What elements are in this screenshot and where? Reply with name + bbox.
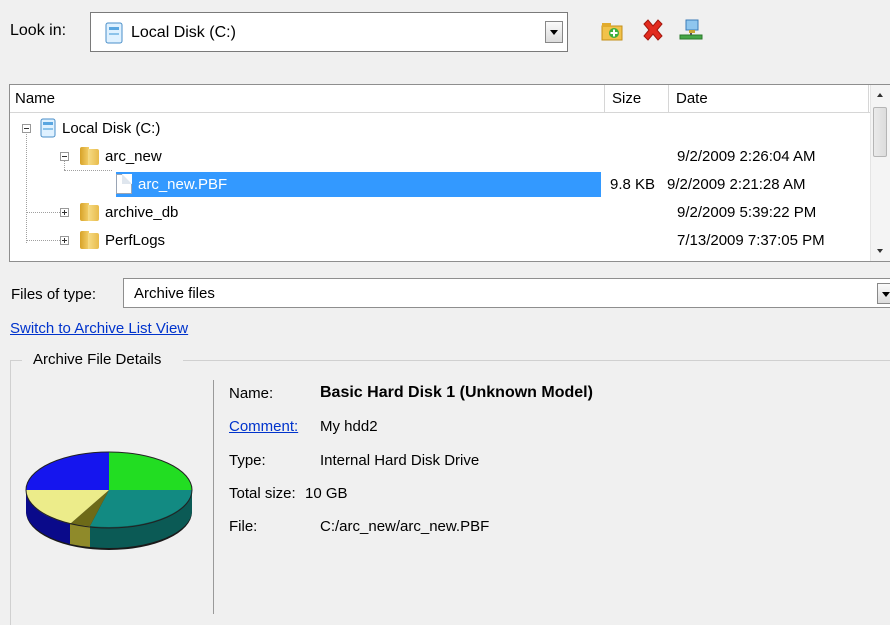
files-of-type-label: Files of type: [11, 286, 97, 303]
folder-icon [80, 203, 100, 221]
new-folder-icon[interactable] [600, 18, 626, 44]
tree-item-label: arc_new [105, 148, 162, 165]
file-label: File: [229, 518, 258, 535]
tree-item-date: 7/13/2009 7:37:05 PM [677, 232, 825, 249]
tree-item-label: arc_new.PBF [138, 176, 228, 193]
archive-details-group-title: Archive File Details [30, 351, 165, 368]
tree-item-label: archive_db [105, 204, 179, 221]
file-value: C:/arc_new/arc_new.PBF [320, 518, 490, 535]
comment-link[interactable]: Comment: [229, 418, 298, 435]
type-label: Type: [229, 452, 266, 469]
tree-row-selected[interactable]: arc_new.PBF 9.8 KB 9/2/2009 2:21:28 AM [10, 171, 872, 198]
total-size-label: Total size: [229, 485, 296, 502]
file-icon [116, 174, 132, 194]
comment-value: My hdd2 [320, 418, 378, 435]
drive-icon [40, 118, 56, 138]
look-in-label: Look in: [10, 22, 67, 39]
file-tree[interactable]: Name Size Date Local Disk (C:) arc_new 9… [9, 84, 890, 262]
delete-icon[interactable] [640, 18, 666, 44]
files-of-type-dropdown-button[interactable] [877, 283, 890, 304]
expand-icon[interactable] [60, 236, 69, 245]
files-of-type-combo[interactable]: Archive files [123, 278, 890, 308]
name-value: Basic Hard Disk 1 (Unknown Model) [320, 384, 593, 401]
tree-row[interactable]: archive_db 9/2/2009 5:39:22 PM [10, 199, 872, 226]
type-value: Internal Hard Disk Drive [320, 452, 480, 469]
tree-item-size: 9.8 KB [610, 176, 656, 193]
name-label: Name: [229, 385, 274, 402]
look-in-dropdown-button[interactable] [545, 21, 563, 43]
disk-pie-icon [25, 451, 193, 550]
column-header-size[interactable]: Size [605, 85, 669, 112]
tree-item-date: 9/2/2009 5:39:22 PM [677, 204, 817, 221]
group-border [10, 360, 22, 361]
group-border [183, 360, 890, 361]
drive-icon [105, 22, 123, 44]
scroll-down-icon[interactable] [871, 243, 890, 260]
tree-item-label: Local Disk (C:) [62, 120, 161, 137]
group-border [10, 360, 11, 625]
folder-icon [80, 231, 100, 249]
scroll-up-icon[interactable] [871, 86, 890, 103]
look-in-combo[interactable]: Local Disk (C:) [90, 12, 568, 52]
collapse-icon[interactable] [60, 152, 69, 161]
tree-item-date: 9/2/2009 2:26:04 AM [677, 148, 816, 165]
look-in-value: Local Disk (C:) [131, 24, 236, 41]
column-header-name[interactable]: Name [10, 85, 605, 112]
total-size-value: 10 GB [305, 485, 348, 502]
network-icon[interactable] [678, 18, 704, 44]
files-of-type-value: Archive files [134, 285, 215, 302]
vertical-scrollbar[interactable] [870, 85, 890, 261]
folder-icon [80, 147, 100, 165]
tree-row[interactable]: arc_new 9/2/2009 2:26:04 AM [10, 143, 872, 170]
tree-row[interactable]: PerfLogs 7/13/2009 7:37:05 PM [10, 227, 872, 254]
details-separator [213, 380, 214, 614]
tree-header: Name Size Date [10, 85, 871, 113]
tree-item-date: 9/2/2009 2:21:28 AM [667, 176, 806, 193]
tree-row[interactable]: Local Disk (C:) [10, 115, 872, 142]
tree-item-label: PerfLogs [105, 232, 166, 249]
expand-icon[interactable] [60, 208, 69, 217]
scroll-thumb[interactable] [873, 107, 887, 157]
column-header-date[interactable]: Date [669, 85, 869, 112]
switch-to-archive-list-view-link[interactable]: Switch to Archive List View [10, 320, 188, 337]
collapse-icon[interactable] [22, 124, 31, 133]
